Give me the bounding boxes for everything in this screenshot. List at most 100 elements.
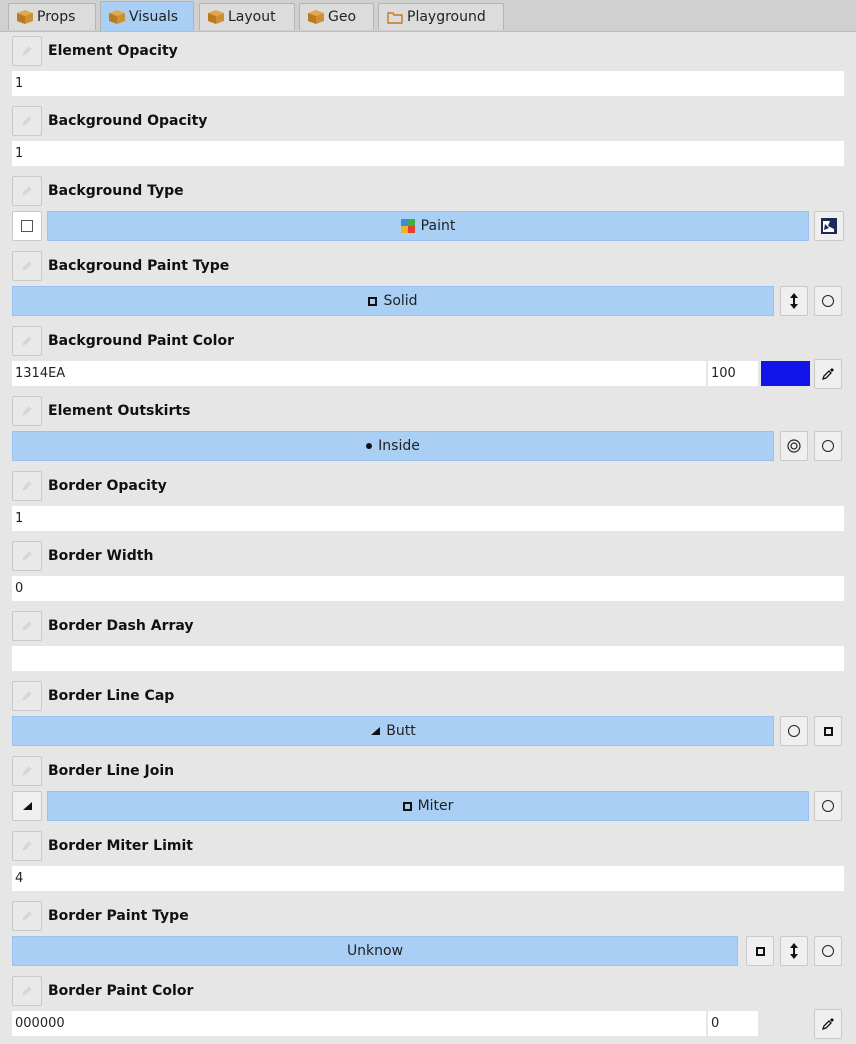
background-type-checkbox[interactable] [12, 211, 42, 241]
eyedropper-icon [821, 367, 835, 381]
dropdown-value: Paint [420, 218, 456, 234]
image-picker-button[interactable] [814, 211, 844, 241]
circle-button[interactable] [814, 936, 842, 966]
property-label: Element Opacity [48, 43, 178, 59]
edit-button[interactable] [12, 326, 42, 356]
eyedropper-icon [821, 1017, 835, 1031]
color-swatch[interactable] [761, 361, 810, 386]
border-line-cap-dropdown[interactable]: Butt [12, 716, 774, 746]
border-dash-array-input[interactable] [12, 646, 844, 671]
arrows-vertical-icon [790, 293, 798, 309]
element-outskirts-dropdown[interactable]: Inside [12, 431, 774, 461]
border-miter-limit-input[interactable]: 4 [12, 866, 844, 891]
edit-button[interactable] [12, 106, 42, 136]
circle-icon [822, 295, 834, 307]
property-label: Background Paint Color [48, 333, 234, 349]
package-icon [308, 10, 324, 24]
dropdown-value: Miter [417, 798, 454, 814]
edit-button[interactable] [12, 976, 42, 1006]
tab-label: Playground [407, 9, 486, 25]
eyedropper-button[interactable] [814, 359, 842, 389]
border-line-join-dropdown[interactable]: Miter [47, 791, 809, 821]
edit-button[interactable] [12, 36, 42, 66]
vertical-arrows-button[interactable] [780, 936, 808, 966]
background-paint-type-dropdown[interactable]: Solid [12, 286, 774, 316]
tab-bar: Props Visuals Layout Geo Playground [0, 0, 856, 32]
circle-icon [822, 945, 834, 957]
edit-button[interactable] [12, 756, 42, 786]
edit-button[interactable] [12, 176, 42, 206]
vertical-arrows-button[interactable] [780, 286, 808, 316]
circle-icon [822, 440, 834, 452]
dropdown-value: Solid [383, 293, 418, 309]
element-opacity-input[interactable]: 1 [12, 71, 844, 96]
edit-button[interactable] [12, 681, 42, 711]
property-label: Border Dash Array [48, 618, 194, 634]
border-opacity-input[interactable]: 1 [12, 506, 844, 531]
circle-button[interactable] [814, 431, 842, 461]
pencil-icon [21, 480, 33, 492]
folder-icon [387, 12, 403, 24]
property-label: Background Paint Type [48, 258, 230, 274]
pencil-icon [21, 335, 33, 347]
edit-button[interactable] [12, 251, 42, 281]
border-width-input[interactable]: 0 [12, 576, 844, 601]
square-button[interactable] [746, 936, 774, 966]
background-opacity-input[interactable]: 1 [12, 141, 844, 166]
triangle-icon [371, 727, 381, 735]
border-miter-limit-header: Border Miter Limit [12, 831, 193, 861]
border-dash-array-header: Border Dash Array [12, 611, 194, 641]
pencil-icon [21, 405, 33, 417]
tab-label: Layout [228, 9, 276, 25]
pencil-icon [21, 620, 33, 632]
tab-label: Geo [328, 9, 357, 25]
element-opacity-header: Element Opacity [12, 36, 178, 66]
circle-button[interactable] [814, 791, 842, 821]
border-line-cap-header: Border Line Cap [12, 681, 174, 711]
color-swatch[interactable] [761, 1011, 810, 1036]
border-paint-color-header: Border Paint Color [12, 976, 193, 1006]
background-type-header: Background Type [12, 176, 184, 206]
background-color-alpha-input[interactable]: 100 [708, 361, 758, 386]
triangle-icon [23, 802, 32, 810]
tab-playground[interactable]: Playground [378, 3, 504, 30]
edit-button[interactable] [12, 611, 42, 641]
dropdown-value: Inside [378, 438, 420, 454]
circle-button[interactable] [780, 716, 808, 746]
property-label: Border Miter Limit [48, 838, 193, 854]
edit-button[interactable] [12, 471, 42, 501]
edit-button[interactable] [12, 831, 42, 861]
border-color-alpha-input[interactable]: 0 [708, 1011, 758, 1036]
package-icon [208, 10, 224, 24]
package-icon [17, 10, 33, 24]
triangle-button[interactable] [12, 791, 42, 821]
dropdown-value: Butt [386, 723, 416, 739]
pencil-icon [21, 690, 33, 702]
border-color-hex-input[interactable]: 000000 [12, 1011, 706, 1036]
border-paint-type-dropdown[interactable]: Unknow [12, 936, 738, 966]
tab-geo[interactable]: Geo [299, 3, 374, 30]
tab-label: Visuals [129, 8, 179, 25]
edit-button[interactable] [12, 541, 42, 571]
tab-layout[interactable]: Layout [199, 3, 295, 30]
background-type-dropdown[interactable]: Paint [47, 211, 809, 241]
target-button[interactable] [780, 431, 808, 461]
circle-icon [788, 725, 800, 737]
checkbox-icon [21, 220, 33, 232]
background-color-hex-input[interactable]: 1314EA [12, 361, 706, 386]
tab-props[interactable]: Props [8, 3, 96, 30]
property-label: Border Line Cap [48, 688, 175, 704]
dot-icon [366, 443, 373, 449]
pencil-icon [21, 840, 33, 852]
edit-button[interactable] [12, 396, 42, 426]
eyedropper-button[interactable] [814, 1009, 842, 1039]
circle-button[interactable] [814, 286, 842, 316]
paint-grid-icon [400, 219, 415, 233]
square-icon [368, 296, 378, 306]
package-icon [109, 10, 125, 24]
tab-visuals[interactable]: Visuals [100, 1, 194, 31]
image-icon [821, 218, 837, 234]
edit-button[interactable] [12, 901, 42, 931]
property-label: Border Paint Type [48, 908, 189, 924]
square-button[interactable] [814, 716, 842, 746]
